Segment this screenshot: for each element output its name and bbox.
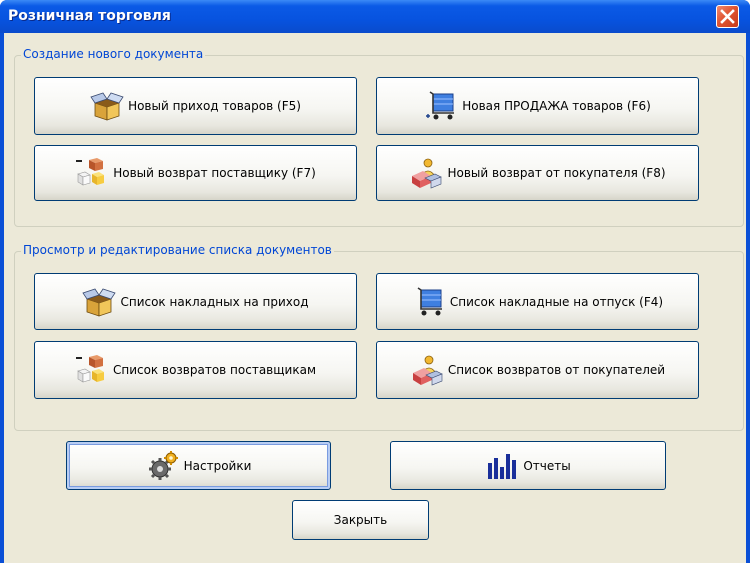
new-supplier-return-button[interactable]: Новый возврат поставщику (F7) <box>34 145 357 201</box>
new-customer-return-button[interactable]: Новый возврат от покупателя (F8) <box>376 145 699 201</box>
supplier-return-list-button[interactable]: Список возвратов поставщикам <box>34 341 357 399</box>
app-window: Розничная торговля Создание нового докум… <box>0 0 750 563</box>
new-document-group-legend: Создание нового документа <box>21 47 206 61</box>
boxes-return-icon <box>75 353 109 387</box>
gears-icon <box>146 449 180 483</box>
new-sale-button[interactable]: Новая ПРОДАЖА товаров (F6) <box>376 77 699 135</box>
reports-button[interactable]: Отчеты <box>390 441 666 490</box>
new-sale-label: Новая ПРОДАЖА товаров (F6) <box>462 99 651 113</box>
customer-return-list-label: Список возвратов от покупателей <box>447 363 666 377</box>
reports-label: Отчеты <box>523 458 571 473</box>
dispatch-list-label: Список накладные на отпуск (F4) <box>449 294 664 309</box>
boxes-return-icon <box>75 156 109 190</box>
customer-return-icon <box>410 353 444 387</box>
customer-return-list-button[interactable]: Список возвратов от покупателей <box>376 341 699 399</box>
close-button[interactable]: Закрыть <box>292 500 429 540</box>
window-client-area: Создание нового документа Новый приход т… <box>4 33 746 563</box>
settings-button[interactable]: Настройки <box>66 441 331 490</box>
settings-label: Настройки <box>183 458 252 473</box>
new-receipt-button[interactable]: Новый приход товаров (F5) <box>34 77 357 135</box>
supplier-return-list-label: Список возвратов поставщикам <box>112 363 317 377</box>
shopping-cart-icon <box>424 89 458 123</box>
receipt-list-label: Список накладных на приход <box>120 294 309 309</box>
close-label: Закрыть <box>333 513 388 527</box>
receipt-list-button[interactable]: Список накладных на приход <box>34 273 357 330</box>
new-customer-return-label: Новый возврат от покупателя (F8) <box>447 166 666 180</box>
new-receipt-label: Новый приход товаров (F5) <box>128 99 301 113</box>
close-icon <box>720 9 735 24</box>
customer-return-icon <box>409 156 443 190</box>
new-supplier-return-label: Новый возврат поставщику (F7) <box>113 166 316 180</box>
title-bar[interactable]: Розничная торговля <box>0 0 750 33</box>
open-box-icon <box>82 285 117 319</box>
document-list-group-legend: Просмотр и редактирование списка докумен… <box>21 243 334 257</box>
open-box-icon <box>90 89 124 123</box>
window-title: Розничная торговля <box>8 8 171 24</box>
dispatch-list-button[interactable]: Список накладные на отпуск (F4) <box>376 273 699 330</box>
close-window-button[interactable] <box>716 5 739 28</box>
bar-chart-icon <box>485 449 519 483</box>
shopping-cart-icon <box>412 285 446 319</box>
